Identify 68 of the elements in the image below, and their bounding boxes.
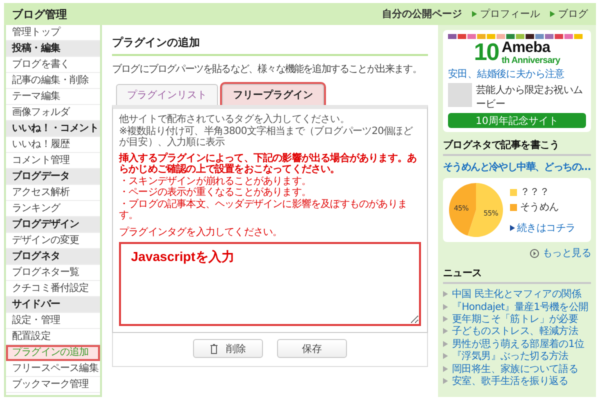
nav-item[interactable]: テーマ編集 [6,89,100,105]
section-heading: 投稿・編集 [6,41,100,57]
instruction-text: ※複数貼り付け可、半角3800文字相当まで（ブログパーツ20個ほどが目安）、入力順に表示 [119,126,414,148]
page-description: ブログにブログパーツを貼るなど、様々な機能を追加することが出来ます。 [112,62,422,76]
warning-item: ・ページの表示が重くなることがあります。 [119,187,312,198]
continue-link[interactable]: 続きはコチラ [510,221,576,235]
legend-label: ？？？ [520,186,550,199]
headline-link[interactable]: 安田、結婚後に夫から注意 [448,67,586,81]
trash-icon [210,344,218,354]
logo-name: Ameba [502,41,552,55]
news-link[interactable]: 中国 民主化とマフィアの関係 [452,287,581,302]
legend-label: そうめん [520,201,559,214]
logo-number: 10 [474,41,499,65]
triangle-bullet-icon [472,11,477,17]
topic-link[interactable]: そうめんと冷やし中華、どっちの… [443,160,591,174]
section-heading: ブログデザイン [6,217,100,233]
action-button[interactable]: 保存 [277,339,347,358]
page-title: プラグインの追加 [112,31,428,56]
section-heading: ニュース [443,264,591,284]
section-heading: いいね！・コメント [6,121,100,137]
triangle-bullet-icon [443,328,448,334]
warning-heading: 挿入するプラグインによって、下記の影響が出る場合があります。あらかじめご確認の上で設置をおこなってください。 [119,152,418,176]
more-link[interactable]: もっと見る [530,246,591,260]
action-button[interactable]: 削除 [193,339,263,358]
header-link[interactable]: プロフィール [472,7,540,21]
section-heading: サイドバー [6,297,100,313]
nav-item[interactable]: 記事の編集・削除 [6,73,100,89]
triangle-bullet-icon [443,304,448,310]
triangle-bullet-icon [510,225,515,231]
news-link[interactable]: 子どものストレス、軽減方法 [452,324,578,338]
triangle-bullet-icon [443,378,448,384]
nav-item[interactable]: 設定・管理 [6,313,100,329]
news-link[interactable]: 安室、歌手生活を振り返る [452,374,568,388]
section-heading: ブログネタで記事を書こう [443,136,591,156]
warning-item: ・ブログの記事本文、ヘッダデザインに影響を及ぼすものがあります。 [119,198,408,222]
news-link[interactable]: 『Hondajet』量産1号機を公開 [452,300,588,314]
news-link[interactable]: 『浮気男』ぶった切る方法 [452,349,568,364]
triangle-bullet-icon [443,291,448,298]
triangle-bullet-icon [443,366,448,372]
news-link[interactable]: 岡田将生、家族について語る [452,362,578,376]
tab[interactable]: フリープラグイン [222,84,324,105]
triangle-bullet-icon [443,316,448,322]
triangle-bullet-icon [550,11,555,17]
section-heading: ブログデータ [6,169,100,185]
warning-item: ・スキンデザインが崩れることがあります。 [119,176,312,186]
nav-item[interactable]: いいね！履歴 [6,137,100,153]
news-link[interactable]: 男性が思う萌える部屋着の1位 [452,336,584,351]
play-circle-icon [530,248,540,258]
news-link[interactable]: 更年期こそ「筋トレ」が必要 [452,312,578,326]
photo-caption: 芸能人から限定お祝いムービー [476,84,584,111]
nav-item[interactable]: アクセス解析 [6,185,100,201]
photo-placeholder [448,83,472,107]
nav-item[interactable]: ブログを書く [6,57,100,73]
header-link[interactable]: ブログ [550,7,588,21]
code-input-field[interactable]: Javascriptを入力 [119,242,421,326]
header-link[interactable]: 自分の公開ページ [382,7,462,21]
nav-item[interactable]: ブックマーク管理 [6,377,100,393]
triangle-bullet-icon [443,353,448,360]
input-prompt: プラグインタグを入力してください。 [119,226,284,238]
instruction-text: 他サイトで配布されているタグを入力してください。 [119,114,350,125]
triangle-bullet-icon [443,340,448,347]
app-title: ブログ管理 [12,6,67,22]
tab[interactable]: プラグインリスト [116,84,218,105]
nav-item[interactable]: フリースペース編集 [6,361,100,377]
logo-subtitle: th Anniversary [502,55,560,65]
anniversary-site-button[interactable]: 10周年記念サイト [448,113,586,128]
nav-item[interactable]: ブログネター覧 [6,265,100,281]
section-heading: ブログネタ [6,249,100,265]
